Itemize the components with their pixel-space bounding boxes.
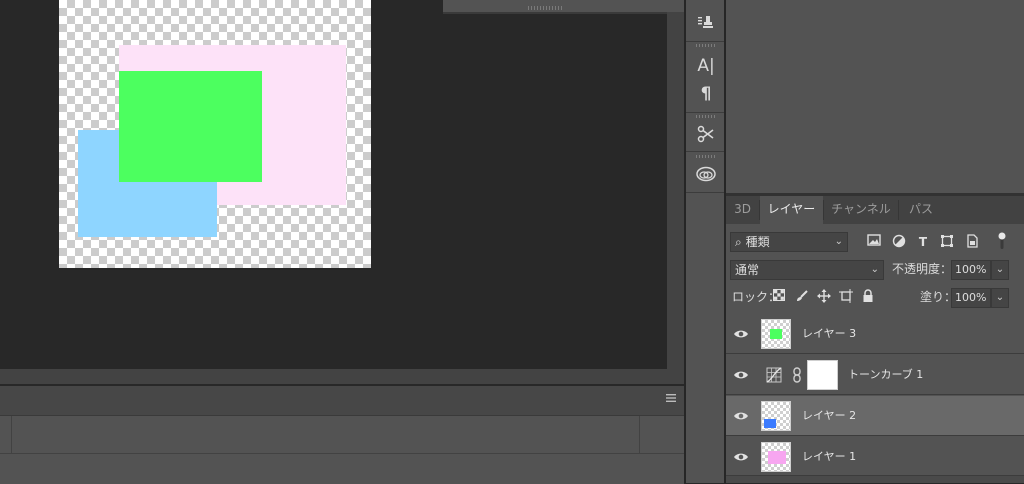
layer-name[interactable]: トーンカーブ 1 [848, 355, 923, 395]
eye-visibility-icon[interactable] [733, 328, 751, 340]
grip-handle[interactable] [696, 155, 716, 158]
tab-label: レイヤー [767, 202, 816, 216]
smart-object-filter-icon[interactable] [964, 234, 980, 250]
tab-paths[interactable]: パス [899, 196, 943, 224]
eye-visibility-icon[interactable] [733, 410, 751, 422]
paragraph-icon[interactable]: ¶ [693, 83, 719, 105]
blend-mode-dropdown[interactable]: 通常 ⌄ [730, 260, 884, 280]
green-rectangle [119, 71, 262, 182]
thumbnail-green-rect [770, 329, 782, 339]
layer-name[interactable]: レイヤー 2 [802, 396, 856, 436]
thumbnail-blue-rect [764, 419, 776, 428]
timeline-track-row [0, 416, 684, 454]
tab-label: パス [908, 202, 933, 216]
grip-handle[interactable] [696, 44, 716, 47]
layer-thumbnail [761, 401, 791, 431]
opacity-label: 不透明度： [892, 262, 953, 276]
opacity-field[interactable]: 100% [951, 260, 991, 280]
lock-position-move-icon[interactable] [816, 289, 832, 305]
eye-visibility-icon[interactable] [733, 451, 751, 463]
clone-source-icon[interactable] [693, 13, 719, 35]
search-icon: ⌕ [735, 235, 742, 249]
tab-3d[interactable]: 3D [726, 196, 759, 224]
timeline-panel-header [0, 386, 684, 416]
tab-label: 3D [734, 202, 751, 216]
divider [11, 416, 12, 453]
adjustment-layer-filter-icon[interactable] [891, 234, 907, 250]
lock-artboard-icon[interactable] [838, 289, 854, 305]
thumbnail-pink-rect [768, 451, 786, 464]
fill-chevron-down-icon[interactable]: ⌄ [991, 288, 1009, 308]
layer-thumbnail [761, 442, 791, 472]
character-icon[interactable]: A| [693, 55, 719, 77]
empty-panel-area [726, 0, 1024, 193]
layer-mask-thumbnail[interactable] [807, 360, 838, 390]
vertical-scrollbar[interactable] [667, 12, 684, 369]
blend-mode-value: 通常 [735, 263, 760, 277]
layer-name[interactable]: レイヤー 1 [802, 437, 856, 477]
pixel-layer-filter-icon[interactable] [866, 234, 882, 250]
chevron-down-icon: ⌄ [870, 264, 879, 275]
panel-grip-handle[interactable] [528, 6, 564, 10]
panel-menu-icon[interactable] [665, 393, 677, 405]
lock-all-icon[interactable] [860, 289, 876, 305]
eye-visibility-icon[interactable] [733, 369, 751, 381]
tab-label: チャンネル [831, 202, 891, 216]
divider [686, 41, 724, 42]
tab-channels[interactable]: チャンネル [824, 196, 898, 224]
paragraph-icon-glyph: ¶ [700, 84, 712, 104]
layer-thumbnail [761, 319, 791, 349]
divider [686, 192, 724, 193]
divider [639, 416, 640, 453]
divider [686, 151, 724, 152]
lock-image-pixels-brush-icon[interactable] [794, 289, 810, 305]
layer-name[interactable]: レイヤー 3 [802, 314, 856, 354]
link-chain-icon[interactable] [792, 367, 804, 383]
floating-panel-bottom-edge[interactable] [443, 0, 685, 14]
chevron-down-icon: ⌄ [834, 236, 843, 247]
curves-adjustment-icon [766, 367, 784, 383]
tab-layers[interactable]: レイヤー [760, 196, 823, 225]
libraries-icon[interactable] [693, 165, 719, 187]
layers-list-bottom [726, 476, 1024, 483]
horizontal-scrollbar[interactable] [0, 369, 684, 384]
character-icon-glyph: A| [697, 56, 715, 76]
fill-field[interactable]: 100% [951, 288, 991, 308]
type-layer-filter-icon[interactable]: T [915, 234, 931, 250]
filter-toggle-switch[interactable] [997, 231, 1007, 251]
layer-filter-kind-dropdown[interactable]: ⌕ 種類 ⌄ [730, 232, 848, 252]
filter-kind-label: 種類 [745, 235, 770, 249]
grip-handle[interactable] [696, 115, 716, 118]
opacity-chevron-down-icon[interactable]: ⌄ [991, 260, 1009, 280]
lock-transparent-pixels-icon[interactable] [771, 289, 787, 305]
divider [686, 112, 724, 113]
tool-presets-icon[interactable] [693, 124, 719, 146]
shape-layer-filter-icon[interactable] [939, 234, 955, 250]
